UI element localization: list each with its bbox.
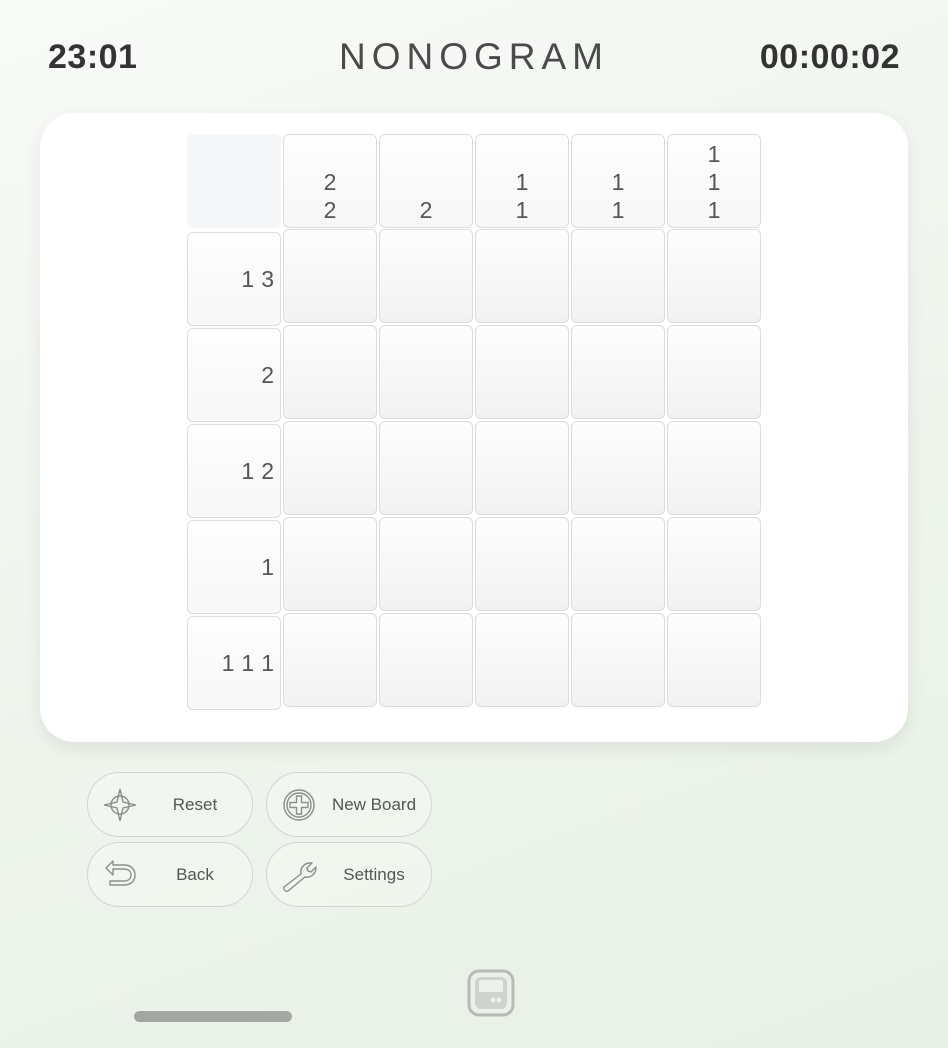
grid-cell[interactable] <box>379 613 473 707</box>
elapsed-timer: 00:00:02 <box>759 38 900 76</box>
reset-label: Reset <box>172 794 218 814</box>
clue-number: 1 <box>707 169 721 195</box>
row-clue: 111 <box>187 616 281 710</box>
column-clue: 11 <box>475 134 569 228</box>
grid-cell[interactable] <box>571 613 665 707</box>
new-board-button[interactable]: New Board <box>266 772 432 837</box>
row-clue-line: 12 <box>241 425 274 517</box>
grid-cell[interactable] <box>379 325 473 419</box>
app-launcher-icon[interactable] <box>467 969 515 1017</box>
grid-cell[interactable] <box>667 613 761 707</box>
column-clue-stack: 2 <box>380 196 472 224</box>
clue-number: 1 <box>241 649 255 676</box>
grid-cell[interactable] <box>283 421 377 515</box>
column-clue-stack: 11 <box>572 168 664 224</box>
new-board-label: New Board <box>331 794 417 814</box>
grid-cell[interactable] <box>379 517 473 611</box>
grid-cell[interactable] <box>667 325 761 419</box>
clue-number: 1 <box>611 197 625 223</box>
clue-number: 2 <box>323 197 337 223</box>
grid-cell[interactable] <box>283 517 377 611</box>
clue-number: 1 <box>261 649 274 676</box>
settings-button[interactable]: Settings <box>266 842 432 907</box>
grid-cell[interactable] <box>571 229 665 323</box>
grid-cell[interactable] <box>475 517 569 611</box>
row-clue-line: 2 <box>261 329 274 421</box>
settings-label: Settings <box>343 864 405 884</box>
back-button[interactable]: Back <box>87 842 253 907</box>
clue-number: 1 <box>707 141 721 167</box>
grid-cell[interactable] <box>571 325 665 419</box>
grid-cell[interactable] <box>667 517 761 611</box>
board-card: 2221111111132121111 <box>40 113 908 742</box>
row-clue: 1 <box>187 520 281 614</box>
grid-cell[interactable] <box>379 421 473 515</box>
column-clue: 2 <box>379 134 473 228</box>
clue-number: 3 <box>261 265 274 292</box>
row-clue: 2 <box>187 328 281 422</box>
clue-number: 2 <box>323 169 337 195</box>
top-bar: 23:01 NONOGRAM 00:00:02 <box>0 0 948 115</box>
column-clue-stack: 11 <box>476 168 568 224</box>
grid-cell[interactable] <box>379 229 473 323</box>
grid-cell[interactable] <box>283 229 377 323</box>
plus-circle-icon <box>283 789 315 821</box>
home-indicator[interactable] <box>134 1011 292 1022</box>
nonogram-grid: 2221111111132121111 <box>187 134 763 724</box>
grid-corner <box>187 134 281 228</box>
back-label: Back <box>176 864 214 884</box>
clue-number: 1 <box>707 197 721 223</box>
clue-number: 2 <box>261 457 274 484</box>
column-clue-stack: 22 <box>284 168 376 224</box>
row-clue: 12 <box>187 424 281 518</box>
grid-cell[interactable] <box>667 421 761 515</box>
column-clue: 22 <box>283 134 377 228</box>
clue-number: 1 <box>515 169 529 195</box>
clue-number: 1 <box>611 169 625 195</box>
undo-arrow-icon <box>105 860 136 886</box>
row-clue: 13 <box>187 232 281 326</box>
row-clue-line: 1 <box>261 521 274 613</box>
clue-number: 1 <box>261 553 274 580</box>
column-clue-stack: 111 <box>668 140 760 224</box>
grid-cell[interactable] <box>667 229 761 323</box>
grid-cell[interactable] <box>475 421 569 515</box>
clue-number: 1 <box>241 457 255 484</box>
wrench-icon <box>283 862 317 892</box>
reset-button[interactable]: Reset <box>87 772 253 837</box>
clue-number: 1 <box>221 649 235 676</box>
grid-cell[interactable] <box>571 517 665 611</box>
clue-number: 2 <box>419 197 433 223</box>
row-clue-line: 13 <box>241 233 274 325</box>
column-clue: 11 <box>571 134 665 228</box>
clue-number: 2 <box>261 361 274 388</box>
crosshair-compass-icon <box>103 788 137 822</box>
column-clue: 111 <box>667 134 761 228</box>
grid-cell[interactable] <box>283 325 377 419</box>
grid-cell[interactable] <box>475 613 569 707</box>
clue-number: 1 <box>515 197 529 223</box>
grid-cell[interactable] <box>475 325 569 419</box>
grid-cell[interactable] <box>283 613 377 707</box>
grid-cell[interactable] <box>571 421 665 515</box>
grid-cell[interactable] <box>475 229 569 323</box>
row-clue-line: 111 <box>222 617 274 709</box>
clue-number: 1 <box>241 265 255 292</box>
